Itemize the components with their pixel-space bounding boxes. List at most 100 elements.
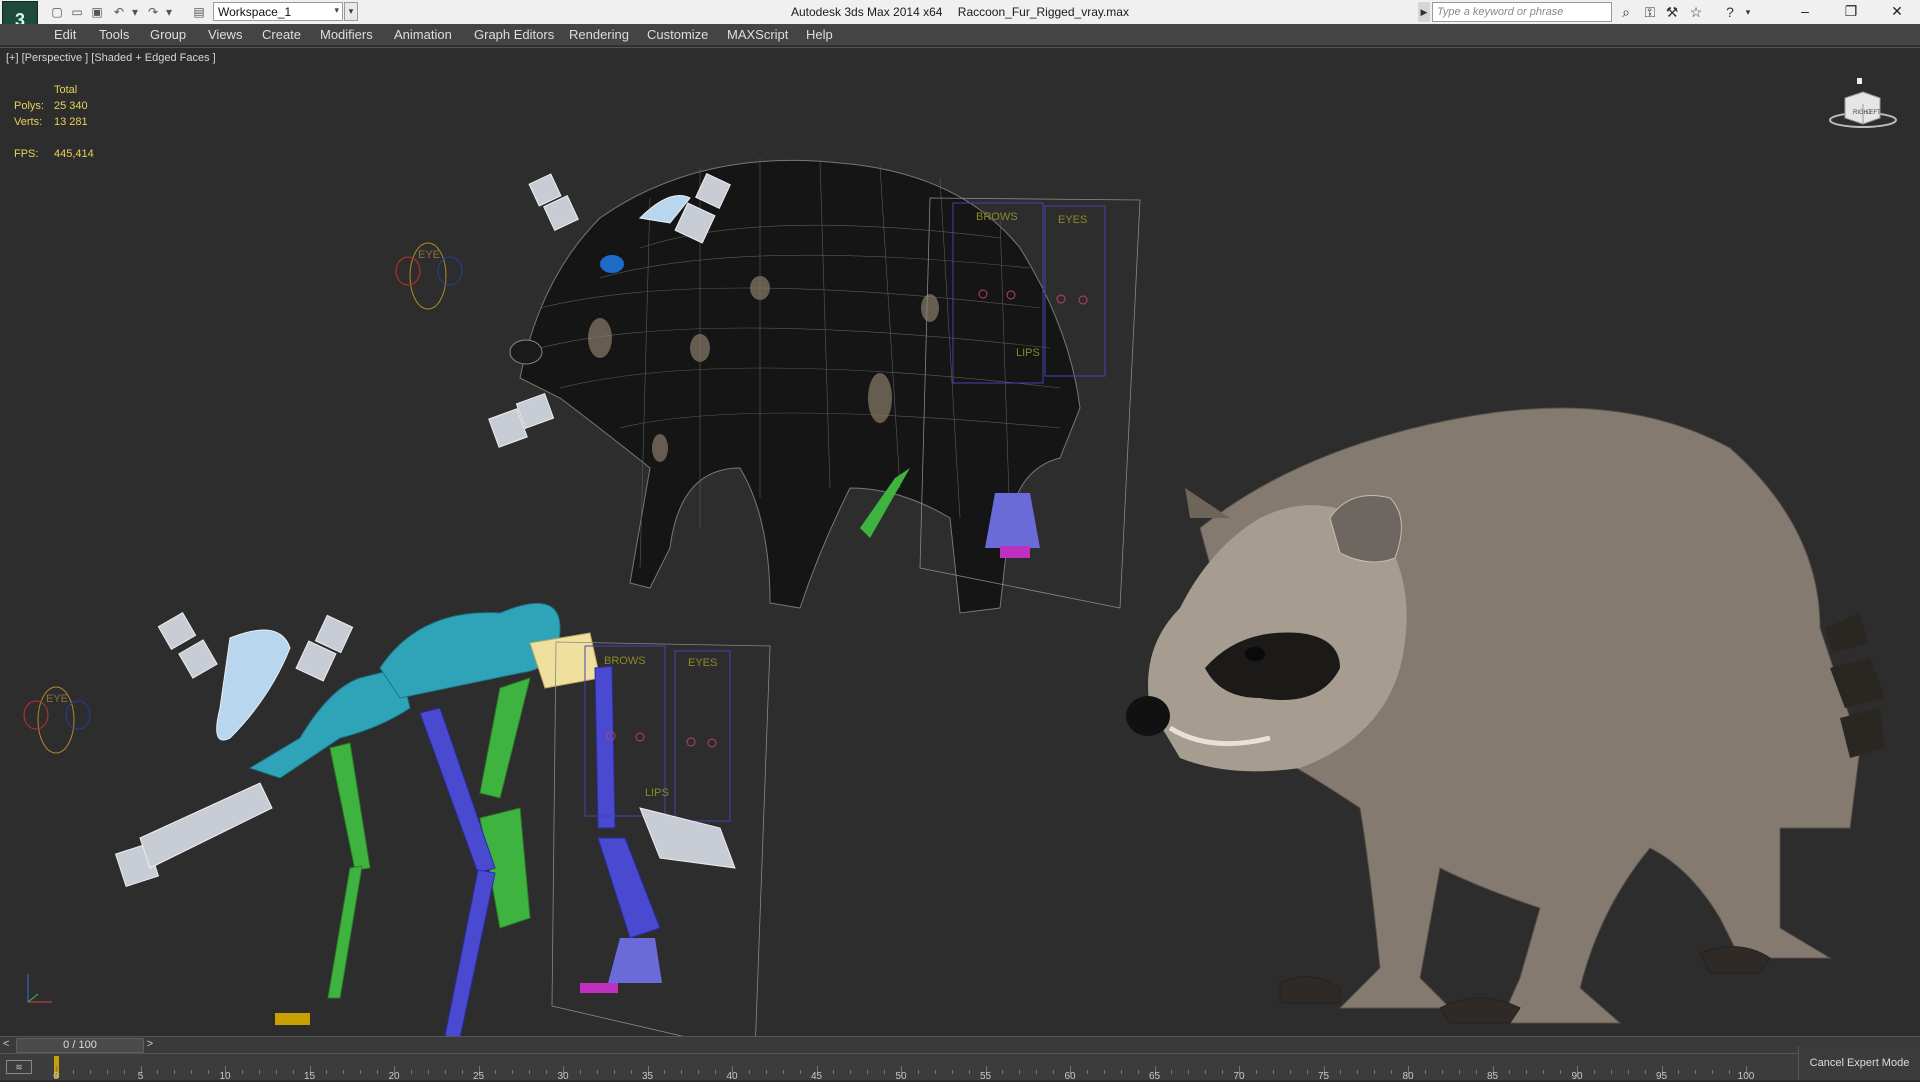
ruler-tick bbox=[1205, 1070, 1207, 1074]
ruler-tick bbox=[106, 1070, 108, 1074]
cancel-expert-mode-button[interactable]: Cancel Expert Mode bbox=[1798, 1046, 1920, 1080]
next-frame-button[interactable]: > bbox=[144, 1038, 156, 1053]
favorites-star-icon[interactable]: ☆ bbox=[1686, 3, 1706, 21]
chevron-down-icon: ▾ bbox=[334, 5, 339, 15]
menu-animation[interactable]: Animation bbox=[394, 27, 452, 42]
ruler-tick bbox=[343, 1070, 345, 1074]
ruler-tick bbox=[529, 1070, 531, 1074]
rig-panel-bottom[interactable]: BROWS EYES LIPS bbox=[551, 641, 771, 1037]
menu-create[interactable]: Create bbox=[262, 27, 301, 42]
project-folder-icon[interactable]: ▤ bbox=[190, 4, 208, 20]
app-name: Autodesk 3ds Max 2014 x64 bbox=[791, 5, 943, 19]
binoculars-icon[interactable]: ⌕ bbox=[1616, 3, 1636, 21]
ruler-tick bbox=[1019, 1070, 1021, 1074]
ruler-tick bbox=[360, 1070, 362, 1074]
workspace-value: Workspace_1 bbox=[218, 5, 292, 19]
ruler-tick bbox=[1086, 1070, 1088, 1074]
ruler-tick-label: 35 bbox=[641, 1071, 654, 1082]
ruler-tick bbox=[799, 1070, 801, 1074]
ruler-tick-label: 65 bbox=[1148, 1071, 1161, 1082]
ruler-tick bbox=[174, 1070, 176, 1074]
menu-customize[interactable]: Customize bbox=[647, 27, 708, 42]
menu-help[interactable]: Help bbox=[806, 27, 833, 42]
ruler-tick-label: 50 bbox=[895, 1071, 907, 1082]
menu-graph-editors[interactable]: Graph Editors bbox=[474, 27, 554, 42]
search-input[interactable]: Type a keyword or phrase bbox=[1432, 2, 1612, 22]
ruler-tick bbox=[326, 1070, 328, 1074]
menu-group[interactable]: Group bbox=[150, 27, 186, 42]
ruler-tick bbox=[681, 1070, 683, 1074]
ruler-tick bbox=[579, 1070, 581, 1074]
ruler-tick bbox=[1306, 1070, 1308, 1074]
previous-frame-button[interactable]: < bbox=[3, 1038, 9, 1050]
ruler-tick bbox=[968, 1070, 970, 1074]
ruler-tick bbox=[934, 1070, 936, 1074]
workspace-select[interactable]: Workspace_1 ▾ bbox=[213, 2, 343, 21]
menu-modifiers[interactable]: Modifiers bbox=[320, 27, 373, 42]
ruler-tick bbox=[867, 1070, 869, 1074]
infocenter-toggle[interactable]: ▶ bbox=[1418, 2, 1430, 22]
ruler-tick bbox=[850, 1070, 852, 1074]
ruler-tick-label: 40 bbox=[726, 1071, 738, 1082]
menu-edit[interactable]: Edit bbox=[54, 27, 76, 42]
ruler-tick-label: 15 bbox=[303, 1071, 316, 1082]
new-file-icon[interactable]: ▢ bbox=[48, 4, 66, 20]
ruler-tick bbox=[208, 1070, 210, 1074]
ruler-tick bbox=[1458, 1070, 1460, 1074]
ruler-tick bbox=[782, 1070, 784, 1074]
ruler-tick bbox=[191, 1070, 193, 1074]
raccoon-rendered-model[interactable] bbox=[1126, 407, 1885, 1024]
ruler-tick bbox=[1644, 1070, 1646, 1074]
undo-dropdown-icon[interactable]: ▾ bbox=[126, 4, 144, 20]
ruler-tick bbox=[884, 1070, 886, 1074]
time-slider[interactable]: 0 / 100 bbox=[16, 1038, 144, 1053]
ruler-tick bbox=[613, 1070, 615, 1074]
restore-button[interactable]: ❐ bbox=[1828, 0, 1874, 24]
quick-access-dropdown[interactable]: ▾ bbox=[344, 2, 358, 21]
subscription-center-icon[interactable]: ⚿ bbox=[1640, 3, 1660, 21]
menu-tools[interactable]: Tools bbox=[99, 27, 129, 42]
scene-canvas[interactable]: EYE EYE BROWS EYES LIPS BROWS EYES LIPS bbox=[0, 48, 1920, 1037]
ruler-tick bbox=[275, 1070, 277, 1074]
redo-dropdown-icon[interactable]: ▾ bbox=[160, 4, 178, 20]
ruler-tick-label: 5 bbox=[137, 1071, 144, 1082]
open-file-icon[interactable]: ▭ bbox=[68, 4, 86, 20]
curve-editor-icon[interactable]: ≋ bbox=[6, 1060, 32, 1074]
menu-rendering[interactable]: Rendering bbox=[569, 27, 629, 42]
ruler-tick bbox=[1475, 1070, 1477, 1074]
ruler-tick-label: 85 bbox=[1486, 1071, 1499, 1082]
ruler-tick bbox=[1103, 1070, 1105, 1074]
ruler-tick-label: 0 bbox=[53, 1071, 59, 1082]
ruler-tick-label: 70 bbox=[1233, 1071, 1245, 1082]
ruler-tick bbox=[1374, 1070, 1376, 1074]
ruler-tick bbox=[748, 1070, 750, 1074]
close-button[interactable]: ✕ bbox=[1874, 0, 1920, 24]
eyes-label-bottom: EYES bbox=[688, 657, 717, 669]
menu-views[interactable]: Views bbox=[208, 27, 242, 42]
ruler-tick-label: 10 bbox=[219, 1071, 231, 1082]
ruler-tick bbox=[630, 1070, 632, 1074]
ruler-tick bbox=[1272, 1070, 1274, 1074]
ruler-tick bbox=[546, 1070, 548, 1074]
track-bar[interactable]: ≋ 0 5 10 15 20 25 30 35 40 45 50 55 60 65 70 75 80 85 90 95… bbox=[0, 1053, 1920, 1082]
help-dropdown-icon[interactable]: ▾ bbox=[1738, 3, 1758, 21]
menu-maxscript[interactable]: MAXScript bbox=[727, 27, 788, 42]
save-file-icon[interactable]: ▣ bbox=[88, 4, 106, 20]
perspective-viewport[interactable]: [+] [Perspective ] [Shaded + Edged Faces… bbox=[0, 47, 1920, 1037]
minimize-button[interactable]: – bbox=[1782, 0, 1828, 24]
ruler-tick bbox=[1120, 1070, 1122, 1074]
file-name: Raccoon_Fur_Rigged_vray.max bbox=[957, 5, 1129, 19]
frame-ruler[interactable]: 0 5 10 15 20 25 30 35 40 45 50 55 60 65 70 75 80 85 90 95 10… bbox=[53, 1054, 1754, 1082]
title-bar: 3 ▢ ▭ ▣ ↶ ▾ ↷ ▾ ▤ Workspace_1 ▾ ▾ Autode… bbox=[0, 0, 1920, 39]
help-icon[interactable]: ? bbox=[1720, 3, 1740, 21]
communication-center-icon[interactable]: ⚒ bbox=[1662, 3, 1682, 21]
ruler-tick bbox=[495, 1070, 497, 1074]
brows-label-top: BROWS bbox=[976, 211, 1018, 223]
ruler-tick bbox=[461, 1070, 463, 1074]
ruler-tick-label: 20 bbox=[388, 1071, 400, 1082]
raccoon-bone-rig[interactable] bbox=[114, 602, 661, 1037]
eye-control-bottom[interactable]: EYE bbox=[23, 686, 91, 754]
eye-control-top[interactable]: EYE bbox=[395, 242, 463, 310]
ruler-tick bbox=[1171, 1070, 1173, 1074]
ruler-tick bbox=[1289, 1070, 1291, 1074]
